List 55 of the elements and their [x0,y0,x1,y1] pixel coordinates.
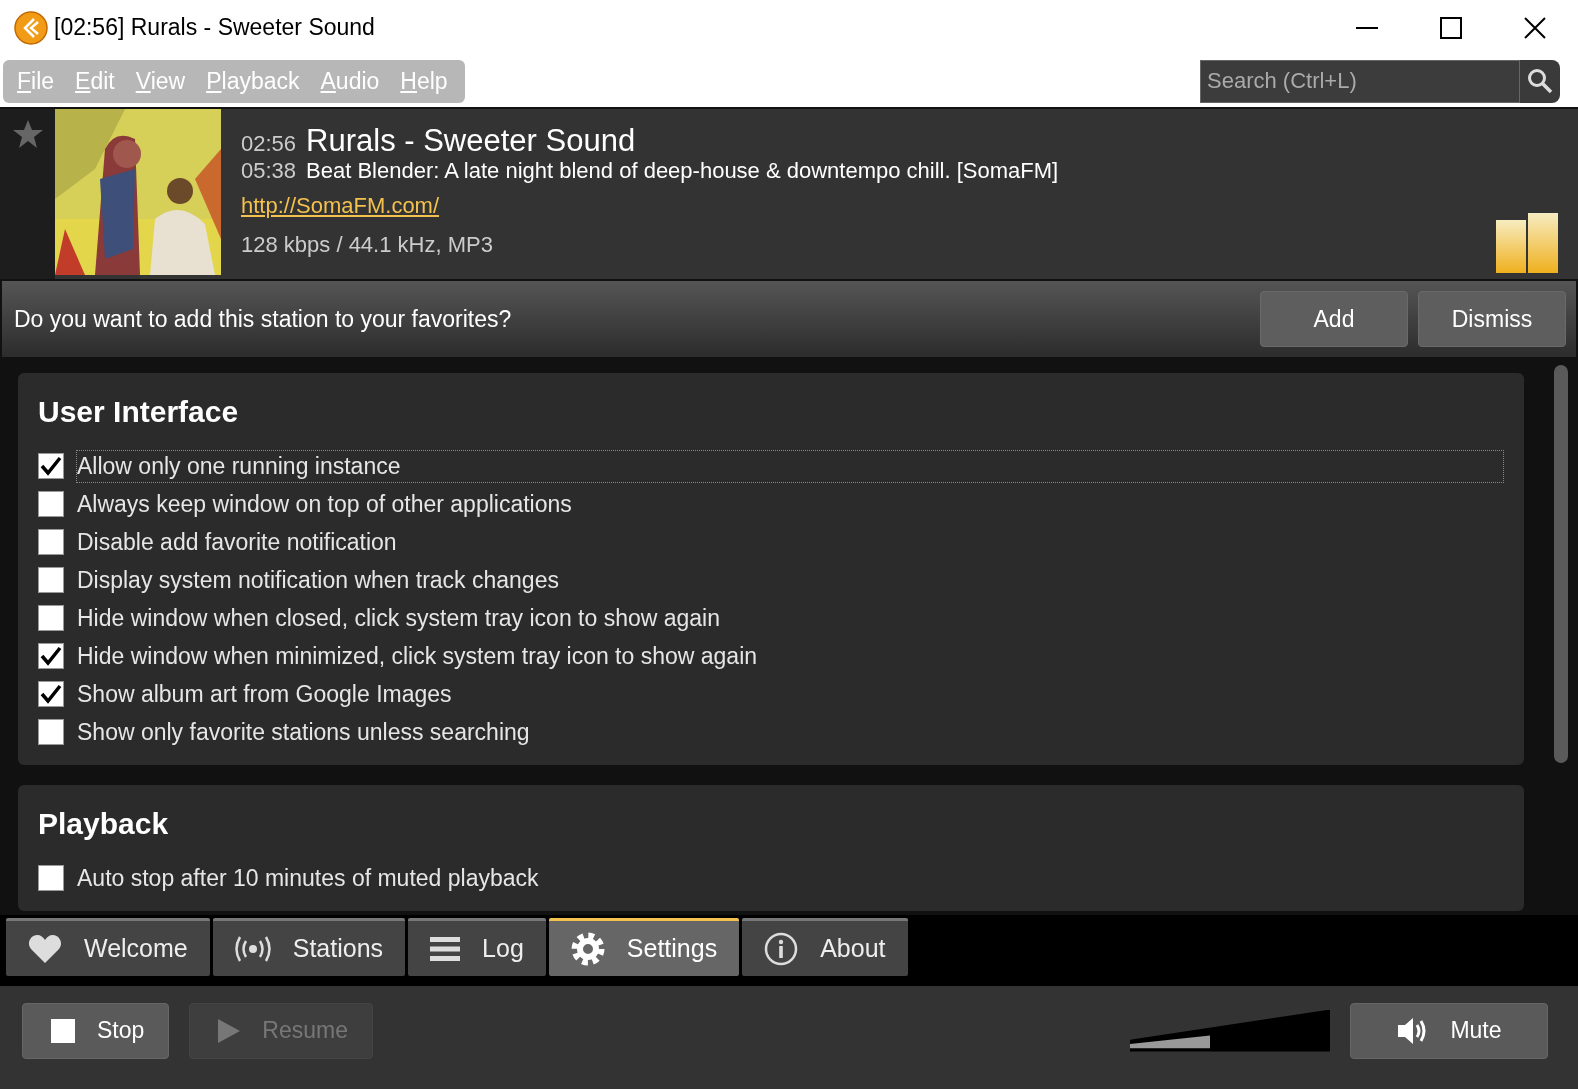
checkbox[interactable] [38,529,64,555]
checkbox[interactable] [38,567,64,593]
check-icon [40,683,62,705]
close-icon[interactable] [1524,16,1546,39]
checkbox-label[interactable]: Hide window when closed, click system tray icon to show again [76,601,1504,635]
tab[interactable]: About [742,918,908,976]
check-icon [40,455,62,477]
heart-icon [28,933,62,964]
checkbox-label[interactable]: Allow only one running instance [76,449,1504,483]
mute-button[interactable]: Mute [1350,1002,1548,1059]
search-button[interactable] [1520,59,1560,103]
track-time: 02:56 [241,131,297,157]
checkbox-label[interactable]: Display system notification when track changes [76,563,1504,597]
maximize-icon[interactable] [1440,16,1462,39]
checkbox[interactable] [38,643,64,669]
checkbox-label[interactable]: Hide window when minimized, click system tray icon to show again [76,639,1504,673]
stop-icon [51,1018,75,1043]
search-icon [1527,68,1553,94]
app-logo-icon [14,10,48,45]
window-title: [02:56] Rurals - Sweeter Sound [54,14,376,41]
section-title: Playback [38,807,170,841]
checkbox[interactable] [38,865,64,891]
prompt-button[interactable]: Dismiss [1418,291,1566,347]
tab[interactable]: Settings [548,918,740,976]
checkbox-label[interactable]: Disable add favorite notification [76,525,1504,559]
info-icon [764,931,799,966]
checkbox[interactable] [38,605,64,631]
favorite-prompt: Do you want to add this station to your favorites? [14,305,513,333]
scrollbar-thumb[interactable] [1554,365,1568,763]
section-title: User Interface [38,395,240,429]
play-icon [218,1018,241,1043]
checkbox[interactable] [38,491,64,517]
prompt-button[interactable]: Add [1260,291,1408,347]
tab[interactable]: Log [408,918,546,976]
tab[interactable]: Stations [212,918,406,976]
stream-format: 128 kbps / 44.1 kHz, MP3 [241,232,493,258]
checkbox-label[interactable]: Show album art from Google Images [76,677,1504,711]
checkbox[interactable] [38,453,64,479]
track-title: Rurals - Sweeter Sound [306,123,636,159]
list-icon [430,936,461,961]
gear-icon [570,931,605,966]
stop-button[interactable]: Stop [22,1002,170,1059]
checkbox-label[interactable]: Always keep window on top of other applications [76,487,1504,521]
star-icon[interactable] [11,119,44,149]
tab[interactable]: Welcome [6,918,210,976]
search-field[interactable]: Search (Ctrl+L) [1200,59,1520,103]
station-name: Beat Blender: A late night blend of deep-house & downtempo chill. [SomaFM] [306,158,1059,184]
checkbox-label[interactable]: Auto stop after 10 minutes of muted playback [76,861,1504,895]
checkbox[interactable] [38,681,64,707]
check-icon [40,645,62,667]
station-time: 05:38 [241,158,297,184]
checkbox-label[interactable]: Show only favorite stations unless searching [76,715,1504,749]
checkbox[interactable] [38,719,64,745]
level-bars-icon [1496,213,1560,273]
station-link[interactable]: http://SomaFM.com/ [241,193,440,219]
